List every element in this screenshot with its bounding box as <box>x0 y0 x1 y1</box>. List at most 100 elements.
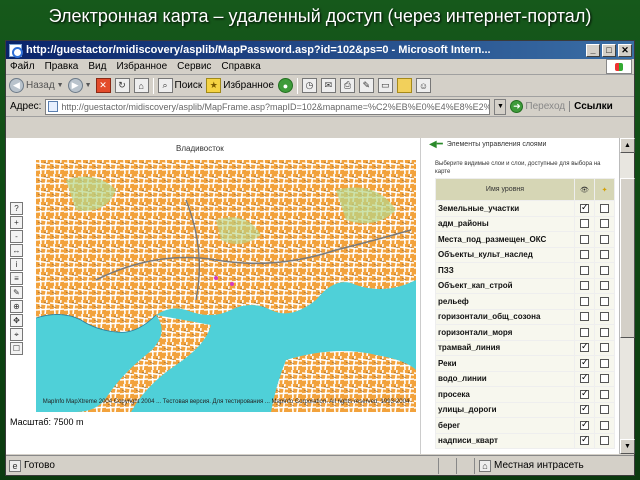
layer-selectable-checkbox[interactable] <box>600 296 609 306</box>
menu-help[interactable]: Справка <box>221 61 260 72</box>
layer-visible-checkbox[interactable] <box>580 265 589 275</box>
layer-visible-cell <box>574 355 595 372</box>
toolbar-separator <box>152 77 154 94</box>
layer-visible-checkbox[interactable] <box>580 341 589 353</box>
layer-visible-checkbox[interactable] <box>580 327 589 337</box>
minimize-button[interactable]: _ <box>586 43 600 57</box>
layer-visible-cell <box>574 324 595 341</box>
layer-visible-checkbox[interactable] <box>580 234 589 244</box>
select-tool-icon[interactable]: ☐ <box>10 342 23 355</box>
target-tool-icon[interactable]: ⌖ <box>10 328 23 341</box>
layer-visible-checkbox[interactable] <box>580 219 589 229</box>
status-bar: e Готово ⌂ Местная интрасеть <box>6 455 634 475</box>
menu-favorites[interactable]: Избранное <box>116 61 167 72</box>
layer-selectable-checkbox[interactable] <box>600 327 609 337</box>
layer-visible-checkbox[interactable] <box>580 357 589 368</box>
layer-selectable-checkbox[interactable] <box>600 389 609 399</box>
layer-visible-checkbox[interactable] <box>580 388 589 399</box>
layer-visible-checkbox[interactable] <box>580 202 589 213</box>
layer-selectable-checkbox[interactable] <box>600 420 609 430</box>
media-icon[interactable]: ● <box>277 78 293 93</box>
folder-icon[interactable] <box>396 78 412 93</box>
vertical-scrollbar[interactable]: ▲ ▼ <box>619 138 635 454</box>
layers-table: Имя уровня 👁 ✦ Земельные_участкиадм_райо… <box>435 178 615 449</box>
window-controls: _ □ ✕ <box>586 43 632 57</box>
forward-button[interactable]: ▶ ▼ <box>67 78 92 93</box>
refresh-icon[interactable]: ↻ <box>114 78 130 93</box>
layer-selectable-checkbox[interactable] <box>600 405 609 415</box>
print-icon[interactable]: ⎙ <box>339 78 355 93</box>
address-input[interactable]: http://guestactor/midiscovery/asplib/Map… <box>45 98 491 115</box>
stop-icon[interactable]: ✕ <box>95 78 111 93</box>
menu-file[interactable]: Файл <box>10 61 35 72</box>
history-icon[interactable]: ◷ <box>301 78 317 93</box>
layer-row: Объект_кап_строй <box>435 277 615 294</box>
layer-selectable-checkbox[interactable] <box>600 436 609 446</box>
draw-tool-icon[interactable]: ✎ <box>10 286 23 299</box>
column-header-name: Имя уровня <box>435 178 575 201</box>
layer-selectable-checkbox[interactable] <box>600 219 609 229</box>
layer-selectable-checkbox[interactable] <box>600 312 609 322</box>
messenger-icon[interactable]: ☺ <box>415 78 431 93</box>
pan-tool-icon[interactable]: ↔ <box>10 244 23 257</box>
zoom-in-tool-icon[interactable]: + <box>10 216 23 229</box>
layer-name: Земельные_участки <box>435 200 575 217</box>
discuss-icon[interactable]: ▭ <box>377 78 393 93</box>
layer-name: Объекты_культ_наслед <box>435 246 575 263</box>
back-arrow-icon[interactable]: ◀━ <box>429 139 443 150</box>
menu-edit[interactable]: Правка <box>45 61 79 72</box>
layer-visible-checkbox[interactable] <box>580 403 589 415</box>
window-titlebar[interactable]: http://guestactor/midiscovery/asplib/Map… <box>6 41 634 59</box>
forward-dropdown-icon[interactable]: ▼ <box>85 82 92 89</box>
back-button[interactable]: ◀ Назад ▼ <box>9 78 64 93</box>
layer-selectable-checkbox[interactable] <box>600 343 609 353</box>
help-tool-icon[interactable]: ? <box>10 202 23 215</box>
layer-visible-checkbox[interactable] <box>580 372 589 384</box>
home-icon[interactable]: ⌂ <box>133 78 149 93</box>
maximize-button[interactable]: □ <box>602 43 616 57</box>
layer-visible-checkbox[interactable] <box>580 434 589 446</box>
address-dropdown-icon[interactable]: ▼ <box>494 98 507 115</box>
map-canvas[interactable] <box>36 160 416 412</box>
address-bar: Адрес: http://guestactor/midiscovery/asp… <box>6 97 634 117</box>
scroll-thumb[interactable] <box>620 178 635 338</box>
layer-selectable-checkbox[interactable] <box>600 374 609 384</box>
layer-visible-checkbox[interactable] <box>580 250 589 260</box>
layer-visible-checkbox[interactable] <box>580 419 589 430</box>
layer-row: просека <box>435 386 615 403</box>
scroll-down-icon[interactable]: ▼ <box>620 439 635 454</box>
layer-selectable-checkbox[interactable] <box>600 234 609 244</box>
move-tool-icon[interactable]: ✥ <box>10 314 23 327</box>
layer-visible-cell <box>574 293 595 310</box>
edit-icon[interactable]: ✎ <box>358 78 374 93</box>
mail-icon[interactable]: ✉ <box>320 78 336 93</box>
search-button[interactable]: ⌕ Поиск <box>157 78 202 93</box>
layer-row: горизонтали_общ_созона <box>435 308 615 325</box>
layer-visible-cell <box>574 370 595 387</box>
layer-selectable-checkbox[interactable] <box>600 281 609 291</box>
address-url: http://guestactor/midiscovery/asplib/Map… <box>61 101 491 112</box>
info-tool-icon[interactable]: i <box>10 258 23 271</box>
scroll-up-icon[interactable]: ▲ <box>620 138 635 153</box>
layer-visible-checkbox[interactable] <box>580 296 589 306</box>
center-tool-icon[interactable]: ⊕ <box>10 300 23 313</box>
favorites-button[interactable]: ★ Избранное <box>206 78 274 93</box>
menu-view[interactable]: Вид <box>88 61 106 72</box>
layer-selectable-checkbox[interactable] <box>600 250 609 260</box>
layers-tool-icon[interactable]: ≡ <box>10 272 23 285</box>
layer-selectable-checkbox[interactable] <box>600 265 609 275</box>
layer-selectable-checkbox[interactable] <box>600 358 609 368</box>
layer-selectable-checkbox[interactable] <box>600 203 609 213</box>
close-button[interactable]: ✕ <box>618 43 632 57</box>
layer-name: Места_под_размещен_ОКС <box>435 231 575 248</box>
layer-visible-checkbox[interactable] <box>580 312 589 322</box>
back-dropdown-icon[interactable]: ▼ <box>57 82 64 89</box>
menu-tools[interactable]: Сервис <box>177 61 211 72</box>
zoom-out-tool-icon[interactable]: - <box>10 230 23 243</box>
layers-panel: ◀━ Элементы управления слоями Выберите в… <box>423 138 619 454</box>
layer-name: берег <box>435 417 575 434</box>
links-button[interactable]: Ссылки <box>569 101 613 112</box>
go-button[interactable]: ➜ Переход <box>510 100 565 113</box>
layer-name: горизонтали_моря <box>435 324 575 341</box>
layer-visible-checkbox[interactable] <box>580 281 589 291</box>
